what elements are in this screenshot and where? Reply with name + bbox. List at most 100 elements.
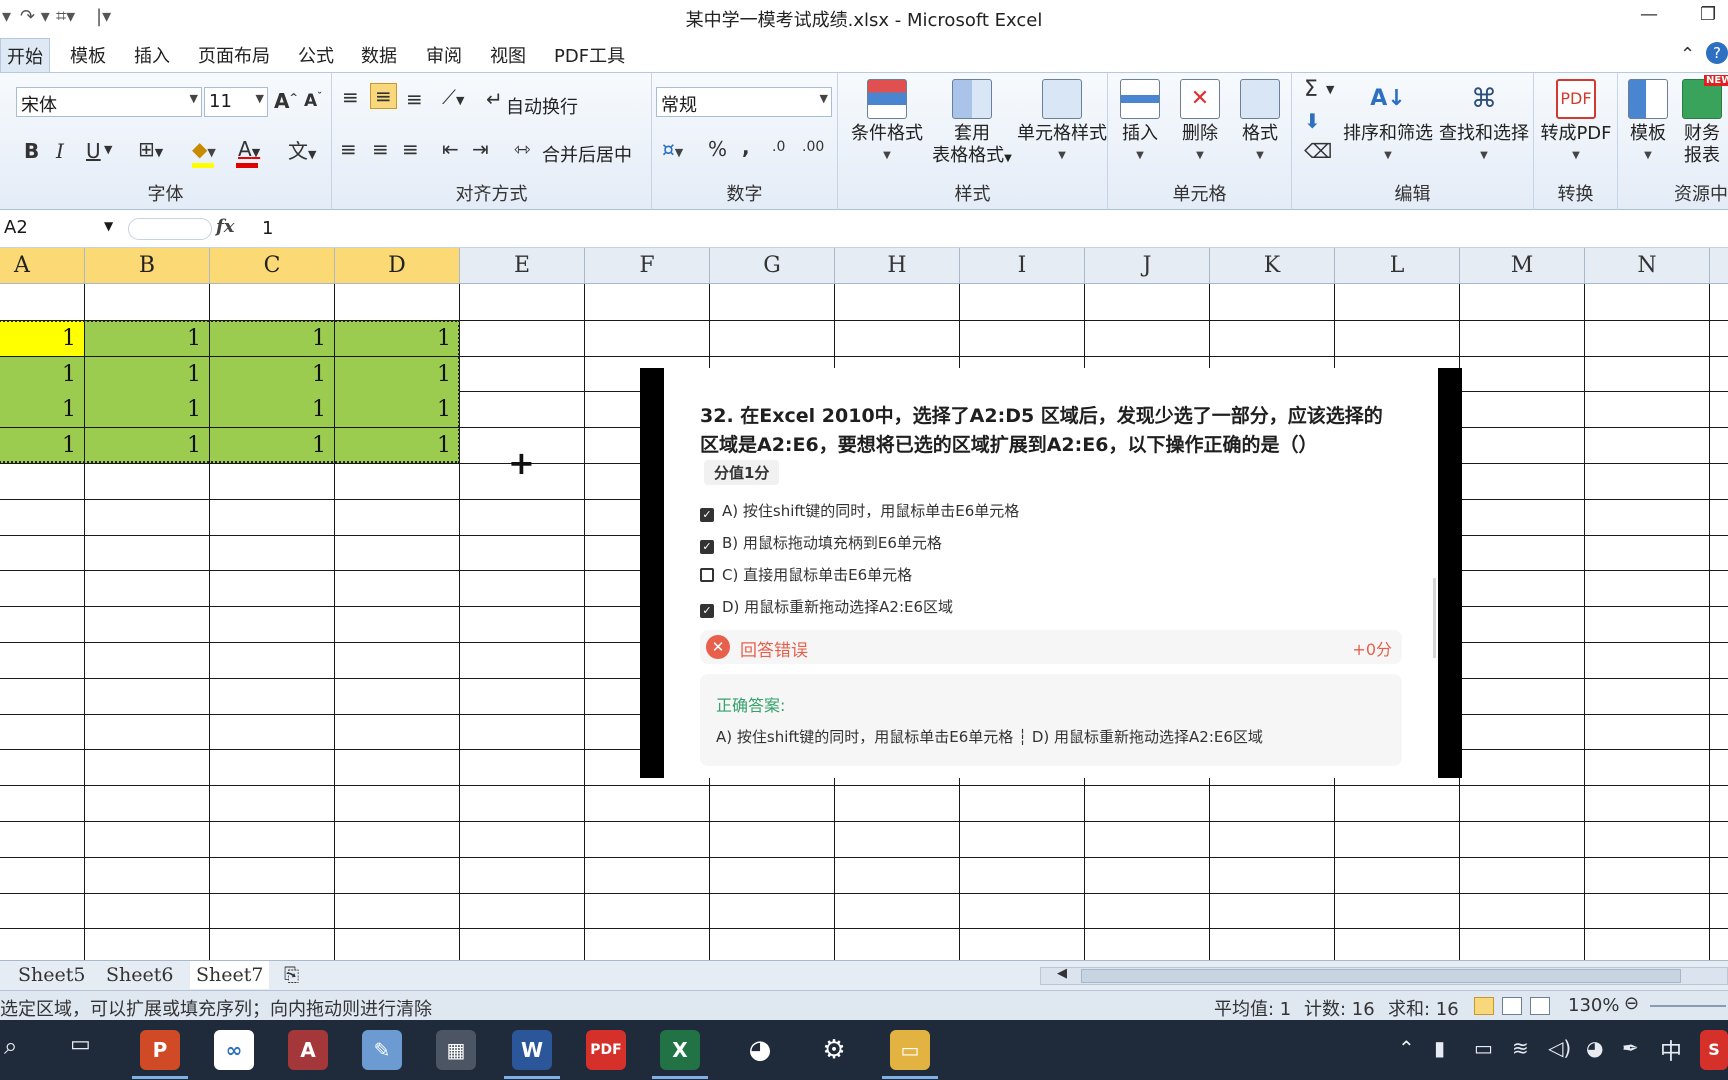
excel-icon[interactable]: X xyxy=(660,1030,700,1070)
underline-button[interactable]: U xyxy=(86,139,101,163)
merge-center-icon[interactable]: ⇿ xyxy=(514,137,531,161)
column-header-i[interactable]: I xyxy=(960,248,1085,284)
tab-data[interactable]: 数据 xyxy=(361,42,397,68)
page-break-view-icon[interactable] xyxy=(1530,997,1550,1015)
column-header-l[interactable]: L xyxy=(1335,248,1460,284)
tab-formulas[interactable]: 公式 xyxy=(298,42,334,68)
insert-function-button[interactable]: fx xyxy=(216,216,234,237)
column-header-d[interactable]: D xyxy=(335,248,460,284)
scroll-left-icon[interactable]: ◀ xyxy=(1057,966,1067,981)
column-header-f[interactable]: F xyxy=(585,248,710,284)
sheet-tab-sheet5[interactable]: Sheet5 xyxy=(18,964,85,986)
align-center-icon[interactable]: ≡ xyxy=(372,137,389,161)
decrease-indent-icon[interactable]: ⇤ xyxy=(442,137,459,161)
pen-icon[interactable]: ✒ xyxy=(1622,1036,1639,1060)
font-color-icon[interactable]: A▼ xyxy=(238,137,260,161)
name-box[interactable]: A2 ▼ xyxy=(0,215,120,243)
tab-template[interactable]: 模板 xyxy=(70,42,106,68)
comma-button[interactable]: , xyxy=(742,135,750,159)
help-icon[interactable]: ? xyxy=(1706,42,1728,64)
selection-range[interactable] xyxy=(0,319,460,463)
format-as-table-button[interactable]: 套用 表格格式▼ xyxy=(930,79,1014,170)
finance-report-button[interactable]: 财务 报表 xyxy=(1676,79,1728,167)
tab-page-layout[interactable]: 页面布局 xyxy=(198,42,270,68)
horizontal-scrollbar[interactable]: ◀ xyxy=(1040,966,1728,985)
merge-center-button[interactable]: 合并后居中 xyxy=(542,141,632,167)
conditional-format-button[interactable]: 条件格式 ▼ xyxy=(844,79,930,167)
orientation-icon[interactable]: ⟋▼ xyxy=(442,85,464,109)
qq-tray-icon[interactable]: ◕ xyxy=(1586,1036,1603,1060)
collapse-ribbon-icon[interactable]: ⌃ xyxy=(1680,44,1695,65)
font-size-select[interactable]: 11 ▼ xyxy=(204,87,268,117)
sheet-tab-sheet7[interactable]: Sheet7 xyxy=(190,961,270,989)
clear-icon[interactable]: ⌫ xyxy=(1304,139,1332,163)
column-header-h[interactable]: H xyxy=(835,248,960,284)
column-header-j[interactable]: J xyxy=(1085,248,1210,284)
template-button[interactable]: 模板 ▼ xyxy=(1622,79,1674,167)
checkbox-empty-icon[interactable] xyxy=(700,568,714,582)
checkbox-checked-icon[interactable]: ✓ xyxy=(700,508,714,522)
increase-indent-icon[interactable]: ⇥ xyxy=(472,137,489,161)
normal-view-icon[interactable] xyxy=(1474,997,1494,1015)
horizontal-scroll-thumb[interactable] xyxy=(1081,969,1681,983)
option-a[interactable]: ✓ A) 按住shift键的同时，用鼠标单击E6单元格 xyxy=(700,500,1019,522)
paint-icon[interactable]: ✎ xyxy=(362,1030,402,1070)
cell-styles-button[interactable]: 单元格样式 ▼ xyxy=(1016,79,1108,167)
column-header-n[interactable]: N xyxy=(1585,248,1710,284)
qq-icon[interactable]: ◕ xyxy=(740,1030,780,1070)
autosum-button[interactable]: Σ xyxy=(1304,77,1318,102)
microphone-icon[interactable]: ▮ xyxy=(1434,1036,1445,1060)
phonetic-icon[interactable]: 文▼ xyxy=(288,135,316,164)
checkbox-checked-icon[interactable]: ✓ xyxy=(700,604,714,618)
ime-indicator[interactable]: 中 xyxy=(1660,1034,1682,1066)
wrap-text-icon[interactable]: ↵ xyxy=(486,87,503,111)
column-header-c[interactable]: C xyxy=(210,248,335,284)
fill-color-icon[interactable]: ◆▼ xyxy=(192,137,216,161)
powerpoint-icon[interactable]: P xyxy=(140,1030,180,1070)
bold-button[interactable]: B xyxy=(24,139,39,163)
column-header-b[interactable]: B xyxy=(85,248,210,284)
zoom-out-icon[interactable]: ⊖ xyxy=(1624,993,1639,1014)
tab-review[interactable]: 审阅 xyxy=(426,42,462,68)
tab-pdf-tools[interactable]: PDF工具 xyxy=(554,42,625,68)
volume-icon[interactable]: ◁) xyxy=(1548,1036,1571,1060)
formula-expand-handle[interactable] xyxy=(128,218,212,240)
search-icon[interactable]: ⌕ xyxy=(4,1032,17,1060)
access-icon[interactable]: A xyxy=(288,1030,328,1070)
chevron-down-icon[interactable]: ▼ xyxy=(104,219,113,233)
battery-icon[interactable]: ▭ xyxy=(1474,1036,1493,1060)
word-icon[interactable]: W xyxy=(512,1030,552,1070)
insert-sheet-icon[interactable]: ⎘ xyxy=(284,964,299,986)
zoom-level[interactable]: 130% xyxy=(1568,995,1619,1016)
minimize-button[interactable]: — xyxy=(1640,4,1658,25)
baidu-netdisk-icon[interactable]: ∞ xyxy=(214,1030,254,1070)
format-cells-button[interactable]: 格式 ▼ xyxy=(1232,79,1288,167)
insert-cells-button[interactable]: 插入 ▼ xyxy=(1112,79,1168,167)
column-header-g[interactable]: G xyxy=(710,248,835,284)
tab-view[interactable]: 视图 xyxy=(490,42,526,68)
tab-home[interactable]: 开始 xyxy=(0,38,50,72)
borders-icon[interactable]: ⊞▼ xyxy=(138,137,163,161)
decrease-decimal-icon[interactable]: .00 xyxy=(802,139,824,155)
column-header-m[interactable]: M xyxy=(1460,248,1585,284)
grow-font-icon[interactable]: A^ xyxy=(274,89,298,113)
formula-input[interactable]: 1 xyxy=(262,218,273,239)
align-right-icon[interactable]: ≡ xyxy=(402,137,419,161)
italic-button[interactable]: I xyxy=(56,139,64,163)
delete-cells-button[interactable]: ✕ 删除 ▼ xyxy=(1172,79,1228,167)
font-name-select[interactable]: 宋体 ▼ xyxy=(16,87,202,117)
increase-decimal-icon[interactable]: .0 xyxy=(772,139,785,155)
chevron-down-icon[interactable]: ▼ xyxy=(1326,83,1334,96)
fill-down-icon[interactable]: ⬇ xyxy=(1304,109,1321,133)
shrink-font-icon[interactable]: Aˇ xyxy=(304,91,322,111)
pdf-icon[interactable]: PDF xyxy=(586,1030,626,1070)
zoom-slider[interactable] xyxy=(1650,1005,1726,1007)
calculator-icon[interactable]: ▦ xyxy=(436,1030,476,1070)
option-b[interactable]: ✓ B) 用鼠标拖动填充柄到E6单元格 xyxy=(700,532,942,554)
page-layout-view-icon[interactable] xyxy=(1502,997,1522,1015)
number-format-select[interactable]: 常规 ▼ xyxy=(656,87,832,117)
chevron-down-icon[interactable]: ▼ xyxy=(104,143,112,156)
checkbox-checked-icon[interactable]: ✓ xyxy=(700,540,714,554)
percent-button[interactable]: % xyxy=(708,137,727,161)
column-header-a[interactable]: A xyxy=(0,248,85,284)
